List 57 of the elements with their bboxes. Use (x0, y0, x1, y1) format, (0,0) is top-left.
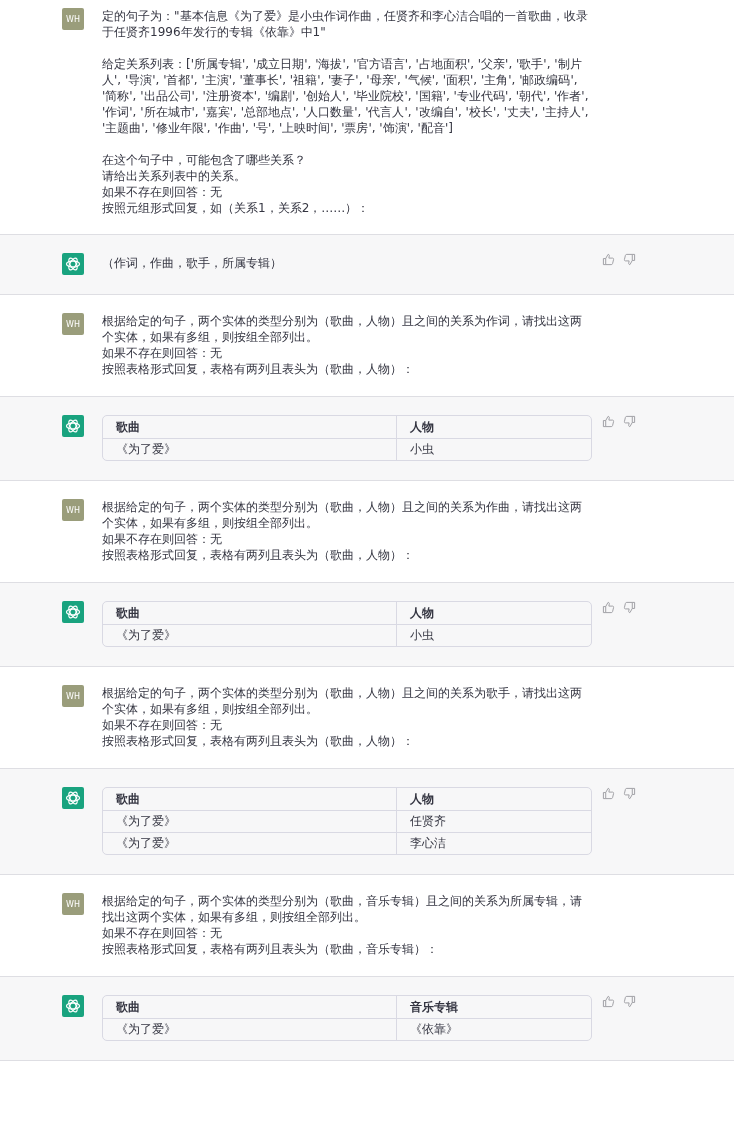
table-cell-text: 《为了爱》 (115, 441, 177, 458)
table-cell: 李心洁 (395, 833, 591, 854)
message-text: 按照表格形式回复，表格有两列且表头为（歌曲，音乐专辑）： (102, 941, 439, 957)
table-header-cell: 人物 (395, 416, 591, 439)
message-text: 定的句子为："基本信息《为了爱》是小虫作词作曲，任贤齐和李心洁合唱的一首歌曲，收录于任贤齐1996年发行的专辑《依靠》中1" (102, 8, 589, 40)
message-text: 如果不存在则回答：无 (102, 184, 223, 200)
message-text: 按照表格形式回复，表格有两列且表头为（歌曲，人物）： (102, 547, 415, 563)
table-header-cell: 歌曲 (103, 996, 396, 1019)
thumbs-up-icon[interactable] (602, 253, 615, 266)
user-avatar: WH (62, 313, 84, 335)
thumbs-up-icon[interactable] (602, 787, 615, 800)
table-cell: 小虫 (395, 439, 591, 460)
table-cell-text: 《为了爱》 (115, 835, 177, 852)
table-cell: 任贤齐 (395, 811, 591, 833)
message-text: 按照表格形式回复，表格有两列且表头为（歌曲，人物）： (102, 361, 415, 377)
table-header-cell: 歌曲 (103, 788, 396, 811)
assistant-logo-icon (62, 995, 84, 1017)
table-cell: 小虫 (395, 625, 591, 646)
message-text: 根据给定的句子，两个实体的类型分别为（歌曲，人物）且之间的关系为作曲，请找出这两个实体，如果有多组，则按组全部列出。 (102, 499, 583, 531)
thumbs-down-icon[interactable] (623, 995, 636, 1008)
table-header-cell: 人物 (395, 788, 591, 811)
message-text: 如果不存在则回答：无 (102, 531, 223, 547)
table-header-cell: 人物 (395, 602, 591, 625)
assistant-logo-icon (62, 601, 84, 623)
thumbs-down-icon[interactable] (623, 601, 636, 614)
table-header-cell: 音乐专辑 (395, 996, 591, 1019)
thumbs-up-icon[interactable] (602, 995, 615, 1008)
user-avatar: WH (62, 8, 84, 30)
message-text: 根据给定的句子，两个实体的类型分别为（歌曲，人物）且之间的关系为作词，请找出这两个实体，如果有多组，则按组全部列出。 (102, 313, 583, 345)
message-text: 如果不存在则回答：无 (102, 345, 223, 361)
message-text: 如果不存在则回答：无 (102, 925, 223, 941)
user-avatar: WH (62, 893, 84, 915)
table-cell: 《依靠》 (395, 1019, 591, 1040)
table-header-cell: 歌曲 (103, 416, 396, 439)
table-cell-text: 《为了爱》 (115, 1021, 177, 1038)
thumbs-up-icon[interactable] (602, 601, 615, 614)
thumbs-down-icon[interactable] (623, 787, 636, 800)
table-header-cell: 歌曲 (103, 602, 396, 625)
assistant-logo-icon (62, 787, 84, 809)
message-text: 根据给定的句子，两个实体的类型分别为（歌曲，人物）且之间的关系为歌手，请找出这两个实体，如果有多组，则按组全部列出。 (102, 685, 583, 717)
user-avatar: WH (62, 685, 84, 707)
message-text: 按照元组形式回复，如（关系1，关系2，……）： (102, 200, 371, 216)
user-avatar: WH (62, 499, 84, 521)
answer-text: （作词，作曲，歌手，所属专辑） (102, 255, 283, 271)
thumbs-down-icon[interactable] (623, 415, 636, 428)
assistant-logo-icon (62, 253, 84, 275)
message-text: 按照表格形式回复，表格有两列且表头为（歌曲，人物）： (102, 733, 415, 749)
thumbs-down-icon[interactable] (623, 253, 636, 266)
message-text: 在这个句子中，可能包含了哪些关系？ (102, 152, 307, 168)
message-text: 给定关系列表：['所属专辑', '成立日期', '海拔', '官方语言', '占地面积', '父亲', '歌手', '制片人', '导演', '首都', '主演', '董事长', '祖籍', '妻子', '母亲', '气候', '面积', '主角', '邮政编码', '简称', '出品公司', '注册资本', '编剧', '创始人', '毕业院校', '国籍', '专业代码', '朝代', '作者', '作词', '所在城市', '嘉宾', '总部地点', '人口数量', '代言人', '改编自', '校长', '丈夫', '主持人', '主题曲', '修业年限', '作曲', '号', '上映时间', '票房', '饰演', '配音'] (102, 56, 590, 136)
assistant-logo-icon (62, 415, 84, 437)
table-cell: 《为了爱》 (103, 811, 396, 833)
table-cell-text: 《为了爱》 (115, 627, 177, 644)
thumbs-up-icon[interactable] (602, 415, 615, 428)
message-text: 如果不存在则回答：无 (102, 717, 223, 733)
message-text: 根据给定的句子，两个实体的类型分别为（歌曲，音乐专辑）且之间的关系为所属专辑，请找出这两个实体，如果有多组，则按组全部列出。 (102, 893, 583, 925)
message-text: 请给出关系列表中的关系。 (102, 168, 247, 184)
